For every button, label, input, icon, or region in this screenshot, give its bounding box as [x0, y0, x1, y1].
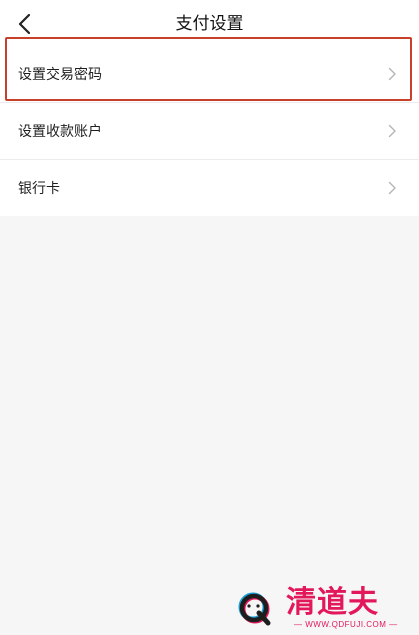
app-screen: 支付设置 设置交易密码 设置收款账户 银行卡 清道夫 — WWW.QDFUJI.… [0, 0, 419, 635]
chevron-right-icon [388, 181, 397, 195]
page-title: 支付设置 [175, 14, 244, 33]
settings-item-label: 设置交易密码 [18, 66, 102, 82]
settings-item-payee-account[interactable]: 设置收款账户 [0, 103, 419, 160]
watermark-url: — WWW.QDFUJI.COM — [294, 620, 398, 629]
navigation-bar: 支付设置 [0, 0, 419, 48]
watermark: 清道夫 — WWW.QDFUJI.COM — [220, 582, 415, 632]
settings-list: 设置交易密码 设置收款账户 银行卡 [0, 46, 419, 217]
settings-item-bank-card[interactable]: 银行卡 [0, 160, 419, 217]
watermark-brand: 清道夫 [286, 586, 379, 619]
settings-item-label: 银行卡 [18, 180, 60, 196]
empty-content-area [0, 216, 419, 635]
q-logo-icon [236, 590, 276, 630]
settings-item-label: 设置收款账户 [18, 123, 102, 139]
chevron-right-icon [388, 124, 397, 138]
chevron-right-icon [388, 67, 397, 81]
settings-item-transaction-password[interactable]: 设置交易密码 [0, 46, 419, 103]
